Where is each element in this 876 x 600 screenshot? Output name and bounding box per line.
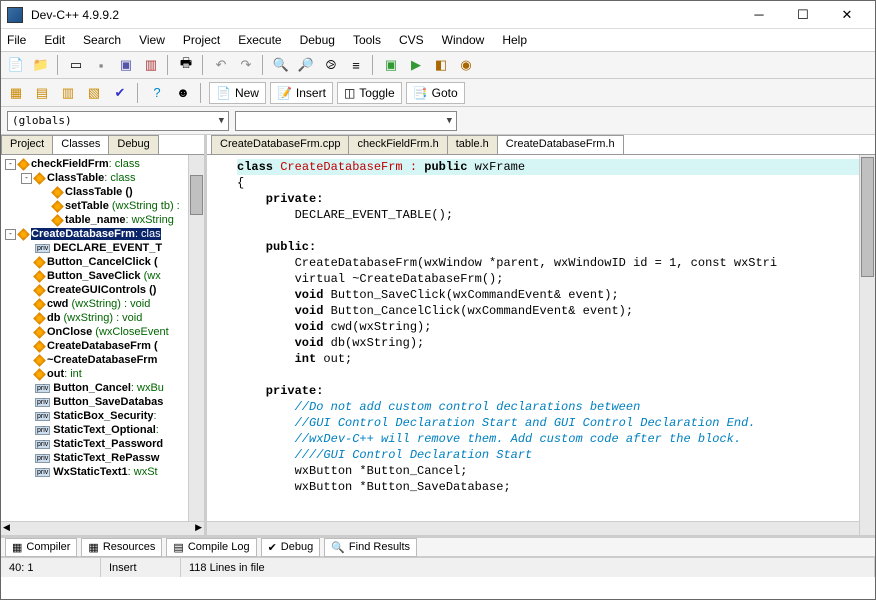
- compile-run-icon[interactable]: ◧: [430, 54, 452, 76]
- new-button[interactable]: 📄New: [209, 82, 266, 104]
- bottom-tab-compiler[interactable]: ▦Compiler: [5, 538, 77, 557]
- tree-node[interactable]: privStaticText_Optional:: [3, 423, 202, 437]
- editor-hscrollbar[interactable]: [207, 521, 859, 535]
- tree-node[interactable]: privDECLARE_EVENT_T: [3, 241, 202, 255]
- class-tree[interactable]: -checkFieldFrm: class-ClassTable: classC…: [1, 155, 204, 521]
- menu-cvs[interactable]: CVS: [397, 31, 426, 49]
- member-combo[interactable]: ▼: [235, 111, 457, 131]
- goto-line-icon[interactable]: ≡: [345, 54, 367, 76]
- run-icon[interactable]: ▶: [405, 54, 427, 76]
- tree-node[interactable]: db (wxString) : void: [3, 311, 202, 325]
- tree-node[interactable]: table_name: wxString: [3, 213, 202, 227]
- status-mode: Insert: [101, 558, 181, 577]
- tree-node[interactable]: CreateGUIControls (): [3, 283, 202, 297]
- editor-tab[interactable]: checkFieldFrm.h: [348, 135, 447, 154]
- bottom-tab-debug[interactable]: ✔Debug: [261, 538, 321, 557]
- tree-node[interactable]: setTable (wxString tb) :: [3, 199, 202, 213]
- save-icon[interactable]: ▪: [90, 54, 112, 76]
- menu-file[interactable]: File: [5, 31, 28, 49]
- tree-node[interactable]: ~CreateDatabaseFrm: [3, 353, 202, 367]
- new-file-icon[interactable]: 📄: [5, 54, 27, 76]
- find-next-icon[interactable]: ⧁: [320, 54, 342, 76]
- tree-node[interactable]: privStaticText_Password: [3, 437, 202, 451]
- menu-tools[interactable]: Tools: [351, 31, 383, 49]
- redo-icon[interactable]: ↷: [235, 54, 257, 76]
- menu-edit[interactable]: Edit: [42, 31, 67, 49]
- tree-node[interactable]: privButton_Cancel: wxBu: [3, 381, 202, 395]
- tree-node[interactable]: privStaticText_RePassw: [3, 451, 202, 465]
- bottom-tab-find-results[interactable]: 🔍Find Results: [324, 538, 417, 557]
- editor-vscrollbar[interactable]: [859, 155, 875, 535]
- editor-tab[interactable]: table.h: [447, 135, 498, 154]
- save-all-icon[interactable]: ▣: [115, 54, 137, 76]
- tree-node[interactable]: -ClassTable: class: [3, 171, 202, 185]
- tree-node[interactable]: Button_CancelClick (: [3, 255, 202, 269]
- code-editor[interactable]: class CreateDatabaseFrm : public wxFrame…: [207, 155, 875, 535]
- grid3-icon[interactable]: ▥: [57, 82, 79, 104]
- tree-node[interactable]: out: int: [3, 367, 202, 381]
- minimize-button[interactable]: ─: [737, 2, 781, 28]
- menu-help[interactable]: Help: [500, 31, 529, 49]
- open-icon[interactable]: ▭: [65, 54, 87, 76]
- about-icon[interactable]: ☻: [172, 82, 194, 104]
- left-tab-project[interactable]: Project: [1, 135, 53, 154]
- scope-combo[interactable]: (globals)▼: [7, 111, 229, 131]
- find-icon[interactable]: 🔍: [270, 54, 292, 76]
- app-icon: [7, 7, 23, 23]
- replace-icon[interactable]: 🔎: [295, 54, 317, 76]
- menu-project[interactable]: Project: [181, 31, 222, 49]
- tree-scrollbar[interactable]: [188, 155, 204, 521]
- toggle-button[interactable]: ◫Toggle: [337, 82, 402, 104]
- undo-icon[interactable]: ↶: [210, 54, 232, 76]
- goto-button[interactable]: 📑Goto: [406, 82, 465, 104]
- grid1-icon[interactable]: ▦: [5, 82, 27, 104]
- tree-node[interactable]: privWxStaticText1: wxSt: [3, 465, 202, 479]
- menu-execute[interactable]: Execute: [236, 31, 283, 49]
- close-button[interactable]: ✕: [825, 2, 869, 28]
- status-position: 40: 1: [1, 558, 101, 577]
- tree-node[interactable]: privStaticBox_Security:: [3, 409, 202, 423]
- grid2-icon[interactable]: ▤: [31, 82, 53, 104]
- tree-node[interactable]: -checkFieldFrm: class: [3, 157, 202, 171]
- tree-node[interactable]: ClassTable (): [3, 185, 202, 199]
- rebuild-icon[interactable]: ◉: [455, 54, 477, 76]
- menu-view[interactable]: View: [137, 31, 167, 49]
- tree-node[interactable]: privButton_SaveDatabas: [3, 395, 202, 409]
- check-icon[interactable]: ✔: [109, 82, 131, 104]
- tree-node[interactable]: -CreateDatabaseFrm: clas: [3, 227, 202, 241]
- menu-debug[interactable]: Debug: [298, 31, 337, 49]
- menu-search[interactable]: Search: [81, 31, 123, 49]
- editor-tab[interactable]: CreateDatabaseFrm.h: [497, 135, 624, 154]
- bottom-tab-compile-log[interactable]: ▤Compile Log: [166, 538, 256, 557]
- editor-tab[interactable]: CreateDatabaseFrm.cpp: [211, 135, 349, 154]
- left-tab-debug[interactable]: Debug: [108, 135, 158, 154]
- toolbar-main: 📄 📁 ▭ ▪ ▣ ▥ 🖶 ↶ ↷ 🔍 🔎 ⧁ ≡ ▣ ▶ ◧ ◉: [1, 51, 875, 79]
- status-lines: 118 Lines in file: [181, 558, 875, 577]
- print-icon[interactable]: 🖶: [175, 54, 197, 76]
- compile-icon[interactable]: ▣: [380, 54, 402, 76]
- left-tab-classes[interactable]: Classes: [52, 135, 109, 154]
- tree-node[interactable]: OnClose (wxCloseEvent: [3, 325, 202, 339]
- window-title: Dev-C++ 4.9.9.2: [31, 8, 737, 22]
- grid4-icon[interactable]: ▧: [83, 82, 105, 104]
- tree-node[interactable]: cwd (wxString) : void: [3, 297, 202, 311]
- bottom-tab-resources[interactable]: ▦Resources: [81, 538, 162, 557]
- maximize-button[interactable]: ☐: [781, 2, 825, 28]
- tree-hscrollbar[interactable]: ◀▶: [1, 521, 204, 535]
- close-file-icon[interactable]: ▥: [140, 54, 162, 76]
- tree-node[interactable]: CreateDatabaseFrm (: [3, 339, 202, 353]
- new-project-icon[interactable]: 📁: [30, 54, 52, 76]
- help-icon[interactable]: ?: [146, 82, 168, 104]
- menu-window[interactable]: Window: [440, 31, 487, 49]
- tree-node[interactable]: Button_SaveClick (wx: [3, 269, 202, 283]
- insert-button[interactable]: 📝Insert: [270, 82, 333, 104]
